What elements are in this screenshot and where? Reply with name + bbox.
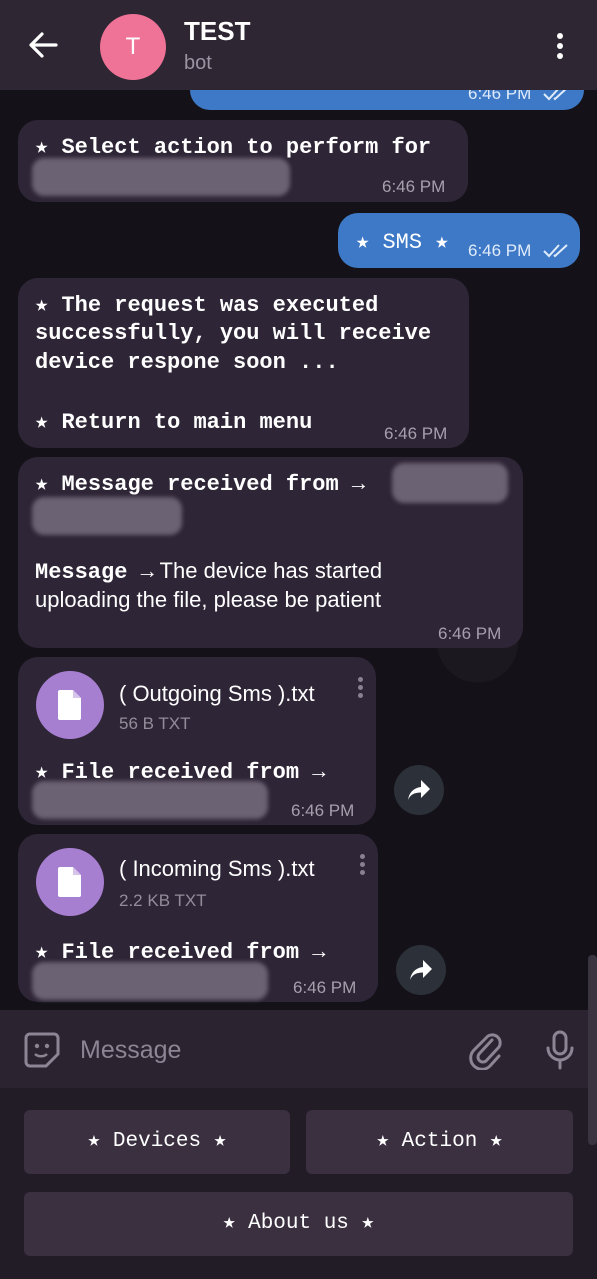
avatar[interactable]: T: [100, 14, 166, 80]
message-text: successfully, you will receive: [35, 321, 432, 346]
attach-icon[interactable]: [468, 1030, 502, 1070]
message-bubble-incoming[interactable]: ★ Select action to perform for 6:46 PM: [18, 120, 468, 202]
message-bubble-incoming[interactable]: ★ The request was executed successfully,…: [18, 278, 469, 448]
message-composer: Message: [0, 1010, 597, 1090]
action-button[interactable]: ★ Action ★: [306, 1110, 573, 1174]
message-time: 6:46 PM: [291, 801, 355, 820]
chat-title[interactable]: TEST: [184, 16, 250, 47]
message-time: 6:46 PM: [293, 978, 357, 997]
emoji-sticker-icon[interactable]: [22, 1030, 62, 1070]
redacted-text: [392, 463, 508, 503]
message-time: 6:46 PM: [384, 424, 448, 443]
message-input[interactable]: Message: [80, 1036, 181, 1065]
devices-button[interactable]: ★ Devices ★: [24, 1110, 290, 1174]
share-button[interactable]: [394, 765, 444, 815]
message-text: ★ Message received from →: [35, 472, 366, 497]
read-ticks-icon: [543, 244, 568, 258]
message-text: uploading the file, please be patient: [35, 587, 382, 612]
file-options-icon[interactable]: [356, 677, 364, 703]
bot-keyboard: ★ Devices ★ ★ Action ★ ★ About us ★: [0, 1088, 597, 1279]
message-bubble-outgoing[interactable]: ★ SMS ★ 6:46 PM: [338, 213, 580, 268]
message-text: The device has started: [153, 558, 383, 583]
file-size: 56 B TXT: [119, 714, 191, 733]
redacted-text: [32, 497, 182, 535]
microphone-icon[interactable]: [545, 1030, 575, 1070]
share-button[interactable]: [396, 945, 446, 995]
chat-subtitle: bot: [184, 52, 212, 74]
return-to-main-menu-text: ★ Return to main menu: [35, 410, 313, 435]
scrollbar[interactable]: [588, 955, 597, 1145]
redacted-text: [32, 781, 268, 819]
message-text: ★ Select action to perform for: [35, 135, 432, 160]
file-message[interactable]: ( Incoming Sms ).txt 2.2 KB TXT ★ File r…: [18, 834, 378, 1002]
message-time: 6:46 PM: [468, 241, 532, 260]
file-name: ( Outgoing Sms ).txt: [119, 681, 315, 706]
message-time: 6:46 PM: [438, 624, 502, 643]
message-bubble-incoming[interactable]: ★ Message received from → Message → The …: [18, 457, 523, 648]
chat-header: T TEST bot: [0, 0, 597, 90]
back-arrow-icon[interactable]: [26, 28, 60, 62]
redacted-text: [32, 158, 290, 196]
message-text: ★ The request was executed: [35, 293, 379, 318]
file-message[interactable]: ( Outgoing Sms ).txt 56 B TXT ★ File rec…: [18, 657, 376, 825]
file-options-icon[interactable]: [358, 854, 366, 880]
message-text: ★ SMS ★: [356, 230, 449, 255]
file-size: 2.2 KB TXT: [119, 891, 207, 910]
message-time: 6:46 PM: [382, 177, 446, 196]
document-icon[interactable]: [36, 671, 104, 739]
message-text: device respone soon ...: [35, 350, 339, 375]
more-options-icon[interactable]: [548, 30, 572, 64]
message-label: Message →: [35, 560, 154, 585]
about-us-button[interactable]: ★ About us ★: [24, 1192, 573, 1256]
file-name: ( Incoming Sms ).txt: [119, 856, 315, 881]
redacted-text: [32, 962, 268, 1000]
document-icon[interactable]: [36, 848, 104, 916]
